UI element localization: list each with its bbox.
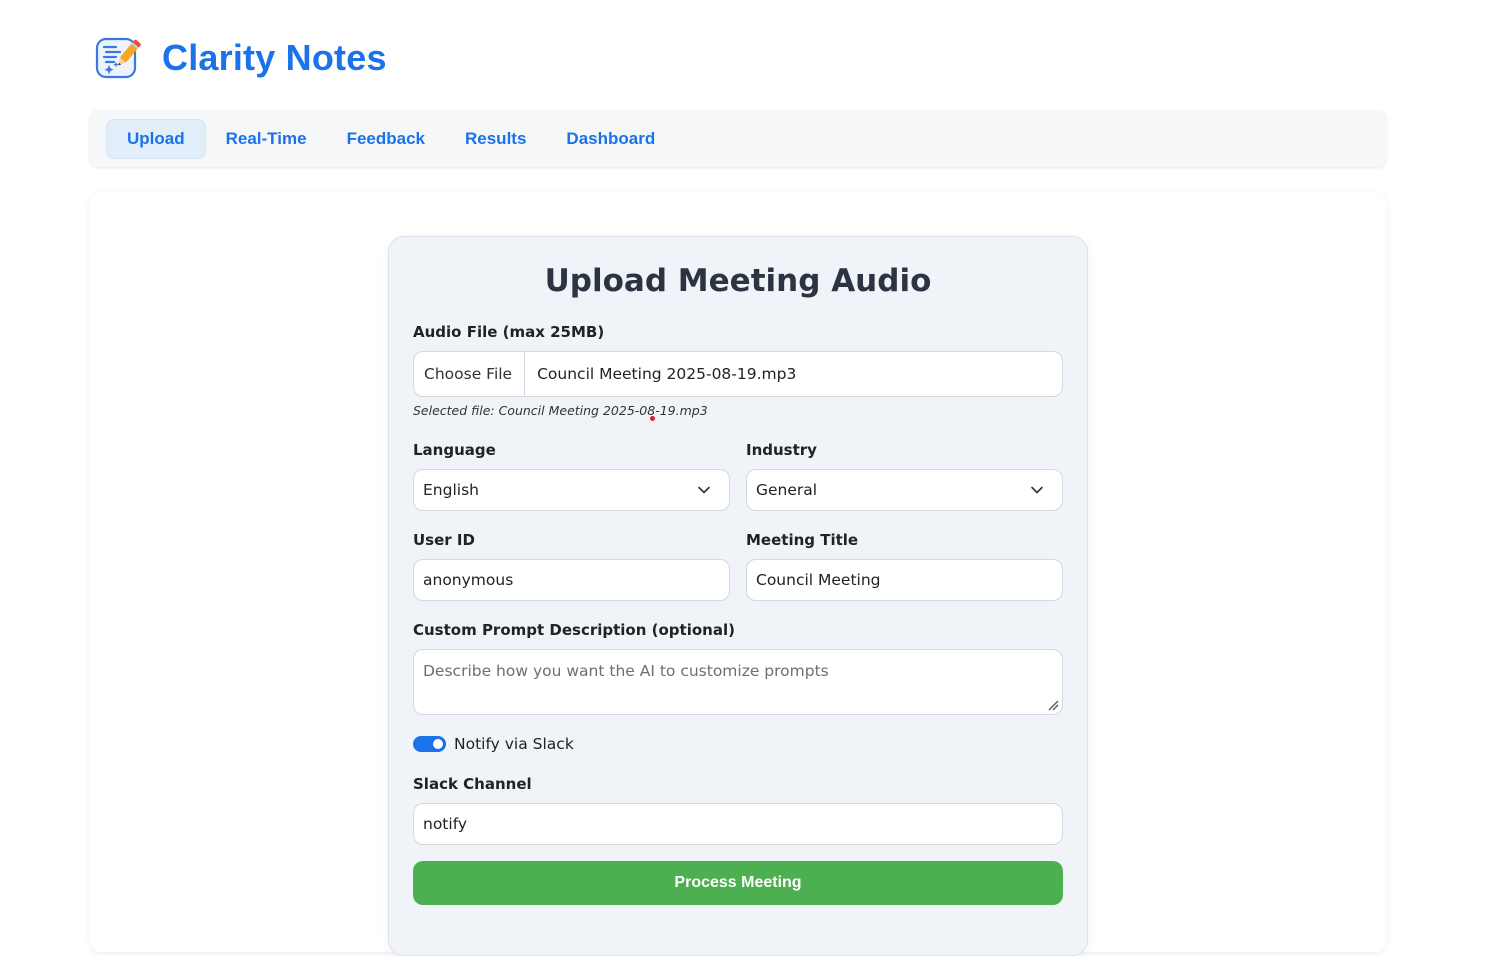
audio-file-input[interactable]: Choose File Council Meeting 2025-08-19.m… [413, 351, 1063, 397]
app-title: Clarity Notes [162, 37, 387, 78]
notify-slack-toggle[interactable] [413, 736, 446, 752]
notes-sparkle-pencil-icon [95, 37, 141, 79]
custom-prompt-label: Custom Prompt Description (optional) [413, 621, 735, 639]
language-value: English [423, 481, 479, 499]
slack-channel-label: Slack Channel [413, 775, 532, 793]
tab-results[interactable]: Results [445, 119, 546, 159]
choose-file-button[interactable]: Choose File [423, 352, 526, 396]
app-header: Clarity Notes [94, 34, 387, 82]
industry-label: Industry [746, 441, 817, 459]
notify-slack-label: Notify via Slack [454, 735, 574, 753]
tab-dashboard[interactable]: Dashboard [546, 119, 675, 159]
industry-value: General [756, 481, 818, 499]
main-nav: Upload Real-Time Feedback Results Dashbo… [90, 110, 1386, 167]
chevron-down-icon [698, 486, 710, 494]
selected-file-hint: Selected file: Council Meeting 2025-08-1… [413, 403, 708, 418]
language-select[interactable]: English [413, 469, 730, 511]
tab-feedback[interactable]: Feedback [327, 119, 445, 159]
form-title: Upload Meeting Audio [544, 263, 932, 299]
meeting-title-label: Meeting Title [746, 531, 859, 549]
chevron-down-icon [1031, 486, 1043, 494]
process-meeting-button[interactable]: Process Meeting [413, 861, 1063, 905]
meeting-title-input[interactable]: Council Meeting [746, 559, 1063, 601]
custom-prompt-placeholder: Describe how you want the AI to customiz… [423, 662, 829, 680]
resize-handle-icon[interactable] [1047, 699, 1059, 711]
toggle-knob [433, 739, 443, 749]
tab-upload[interactable]: Upload [106, 118, 206, 159]
slack-channel-input[interactable]: notify [413, 803, 1063, 845]
audio-file-label: Audio File (max 25MB) [413, 323, 605, 341]
notify-slack-row: Notify via Slack [413, 733, 574, 755]
tab-real-time[interactable]: Real-Time [206, 119, 327, 159]
cursor-marker [650, 416, 655, 421]
user-id-label: User ID [413, 531, 475, 549]
file-name-value: Council Meeting 2025-08-19.mp3 [537, 365, 797, 383]
industry-select[interactable]: General [746, 469, 1063, 511]
language-label: Language [413, 441, 496, 459]
upload-form-card: Upload Meeting Audio Audio File (max 25M… [388, 236, 1088, 956]
user-id-input[interactable]: anonymous [413, 559, 730, 601]
custom-prompt-textarea[interactable]: Describe how you want the AI to customiz… [413, 649, 1063, 715]
